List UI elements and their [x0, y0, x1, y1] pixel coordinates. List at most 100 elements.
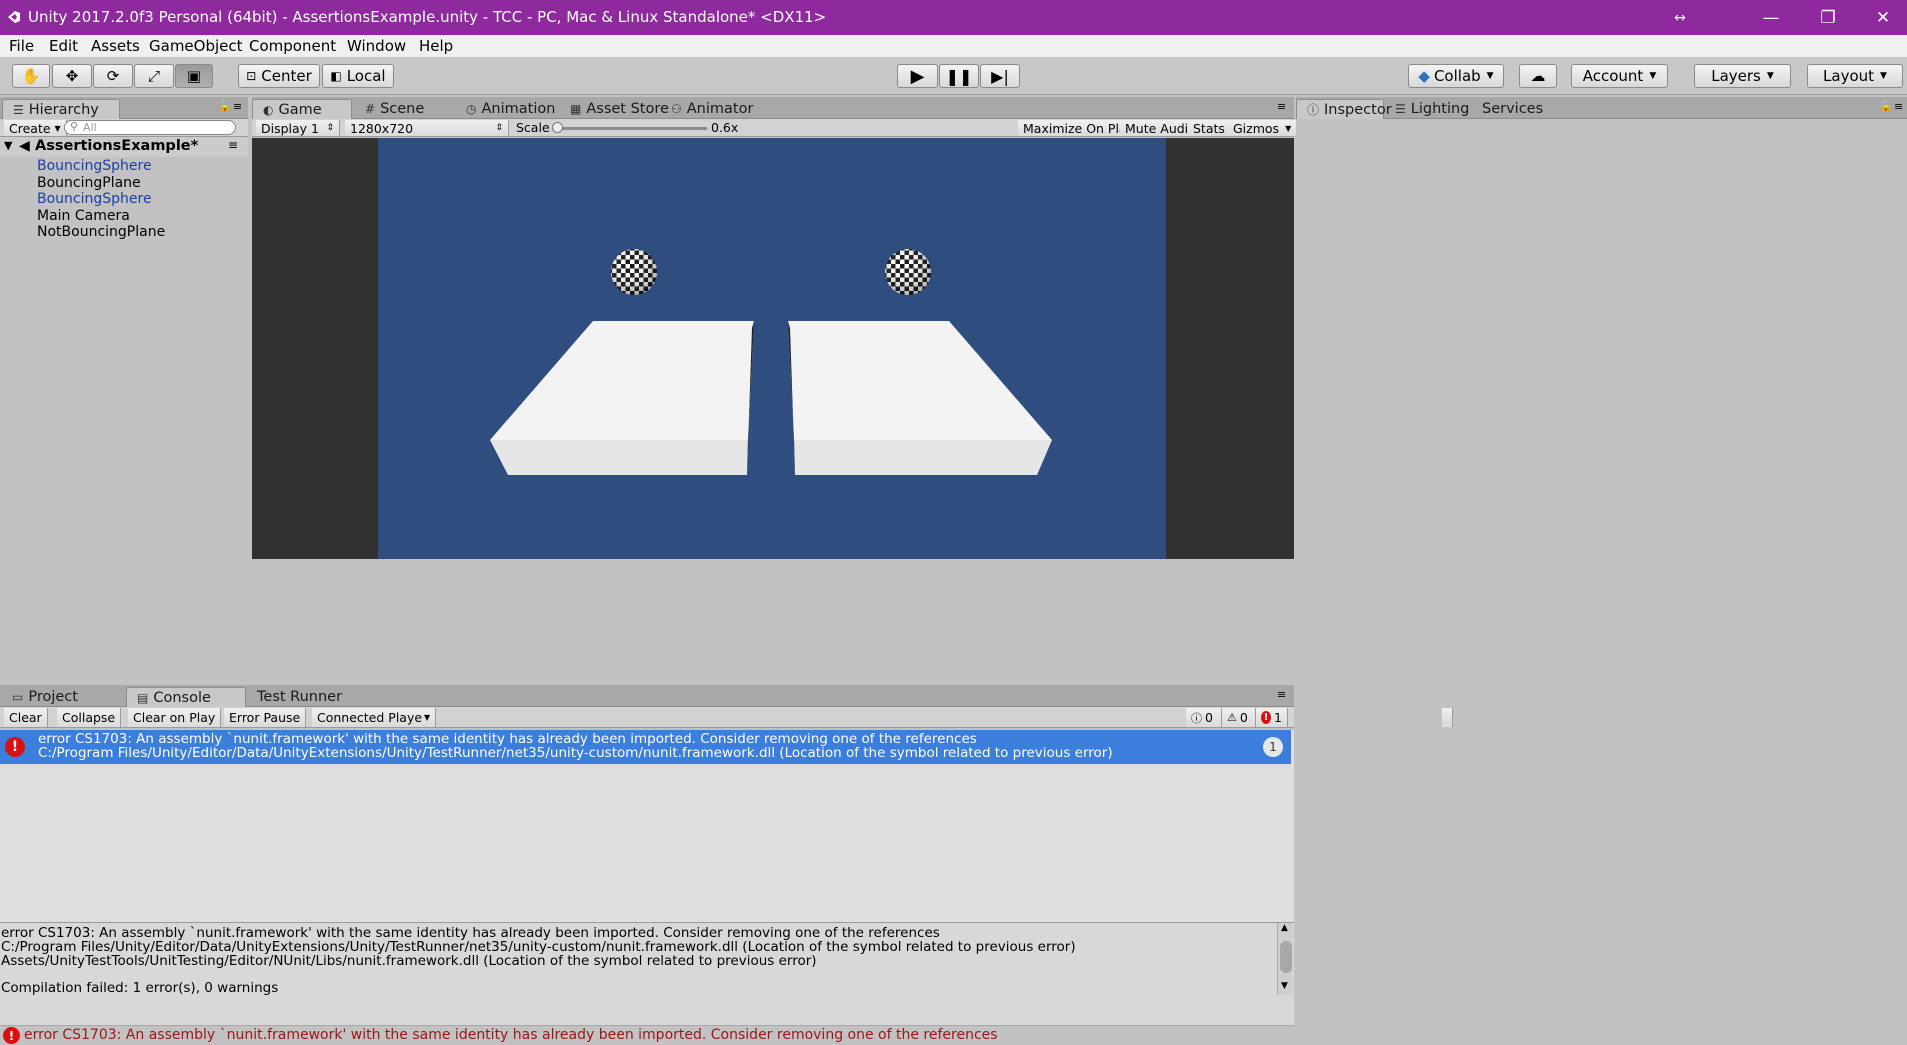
layout-dropdown[interactable]: Layout ▼ — [1807, 64, 1903, 88]
scale-tool-button[interactable]: ⤢ — [134, 64, 174, 88]
game-viewport[interactable] — [252, 138, 1294, 559]
error-pause-toggle[interactable]: Error Pause — [224, 708, 307, 727]
play-button[interactable]: ▶ — [897, 64, 938, 88]
game-panel: ◐ Game # Scene ◷ Animation ▦ Asset Store… — [252, 97, 1298, 559]
clear-button[interactable]: Clear — [4, 708, 48, 727]
console-detail-pane: error CS1703: An assembly `nunit.framewo… — [0, 922, 1294, 1040]
warning-toggle[interactable]: ⚠ 0 — [1222, 708, 1256, 727]
detail-line-3: Assets/UnityTestTools/UnitTesting/Editor… — [1, 953, 817, 969]
menu-file[interactable]: File — [9, 37, 34, 55]
close-button[interactable]: ✕ — [1858, 0, 1907, 35]
rotate-icon: ⟳ — [106, 67, 120, 85]
expand-arrow-icon[interactable]: ▼ — [4, 139, 12, 152]
lock-icon[interactable]: 🔒 — [1879, 100, 1893, 113]
console-log-list: ! error CS1703: An assembly `nunit.frame… — [0, 730, 1294, 922]
detail-scrollbar[interactable]: ▲ ▼ — [1277, 923, 1293, 995]
rect-tool-icon: ▣ — [186, 67, 202, 85]
tab-animation[interactable]: ◷ Animation — [456, 99, 565, 119]
menu-window[interactable]: Window — [347, 37, 406, 55]
hierarchy-item-main-camera[interactable]: Main Camera — [37, 208, 130, 224]
menu-gameobject[interactable]: GameObject — [149, 37, 243, 55]
tab-hierarchy[interactable]: ☰ Hierarchy — [2, 99, 120, 119]
step-button[interactable]: ▶| — [980, 64, 1020, 88]
account-dropdown[interactable]: Account ▼ — [1571, 64, 1668, 88]
restore-button[interactable]: ❐ — [1803, 0, 1853, 35]
tab-animator[interactable]: ⚇ Animator — [661, 99, 763, 119]
scale-slider-thumb[interactable] — [552, 122, 563, 133]
scroll-down-icon[interactable]: ▼ — [1281, 981, 1288, 991]
dropdown-arrow-icon: ▼ — [424, 713, 431, 722]
clock-icon: ◷ — [466, 102, 477, 116]
scene-row[interactable]: ▼ ◀ AssertionsExample* ≡ — [0, 137, 248, 157]
display-dropdown[interactable]: Display 1 ⇕ — [256, 120, 340, 136]
layers-dropdown[interactable]: Layers ▼ — [1694, 64, 1791, 88]
inspector-panel: ⓘ Inspector ☰ Lighting Services 🔒 ≡ — [1296, 97, 1907, 1040]
tab-services[interactable]: Services — [1472, 99, 1553, 119]
panel-menu-icon[interactable]: ≡ — [1277, 688, 1286, 701]
clear-on-play-toggle[interactable]: Clear on Play — [128, 708, 222, 727]
hierarchy-item-bouncingsphere-2[interactable]: BouncingSphere — [37, 191, 152, 207]
create-dropdown[interactable]: Create ▼ — [4, 120, 67, 136]
gizmos-toggle[interactable]: Gizmos ▼ — [1228, 120, 1298, 136]
space-local-button[interactable]: ◧ Local — [322, 64, 394, 88]
move-tool-button[interactable]: ✥ — [52, 64, 92, 88]
tab-game[interactable]: ◐ Game — [252, 99, 352, 119]
menu-assets[interactable]: Assets — [91, 37, 140, 55]
hierarchy-item-notbouncingplane[interactable]: NotBouncingPlane — [37, 224, 165, 240]
tab-scene[interactable]: # Scene — [355, 99, 434, 119]
bottom-tabstrip: ▭ Project ▤ Console Test Runner ≡ — [0, 685, 1294, 707]
scale-label: Scale — [516, 120, 550, 135]
status-bar[interactable]: ! error CS1703: An assembly `nunit.frame… — [0, 1025, 1294, 1045]
warning-count: 0 — [1239, 710, 1248, 725]
dropdown-arrow-icon: ▼ — [1486, 71, 1494, 81]
folder-icon: ▭ — [12, 690, 24, 704]
bouncing-sphere-left — [611, 249, 657, 295]
resize-arrows-icon[interactable]: ↔ — [1655, 0, 1705, 35]
scale-slider[interactable] — [552, 122, 707, 133]
rect-tool-button[interactable]: ▣ — [175, 64, 213, 88]
panel-menu-icon[interactable]: ≡ — [233, 100, 242, 113]
unity-logo-icon — [8, 11, 20, 23]
dropdown-arrow-icon: ▼ — [54, 123, 61, 133]
panel-menu-icon[interactable]: ≡ — [1277, 100, 1286, 113]
menu-help[interactable]: Help — [419, 37, 453, 55]
tab-inspector[interactable]: ⓘ Inspector — [1296, 99, 1392, 119]
pivot-center-button[interactable]: ⊡ Center — [238, 64, 320, 88]
menu-edit[interactable]: Edit — [49, 37, 78, 55]
error-toggle[interactable]: ! 1 — [1256, 708, 1288, 727]
log-entry-line2: C:/Program Files/Unity/Editor/Data/Unity… — [38, 745, 1113, 761]
scrollbar-thumb[interactable] — [1280, 941, 1292, 973]
error-icon: ! — [3, 1027, 20, 1044]
tab-project[interactable]: ▭ Project — [2, 687, 88, 707]
scroll-up-icon[interactable]: ▲ — [1281, 923, 1288, 933]
info-toggle-main[interactable]: ⓘ 0 — [1186, 708, 1222, 727]
hierarchy-item-bouncingsphere[interactable]: BouncingSphere — [37, 158, 152, 174]
tab-console[interactable]: ▤ Console — [126, 687, 246, 707]
collapse-toggle[interactable]: Collapse — [57, 708, 122, 727]
tab-lighting[interactable]: ☰ Lighting — [1385, 99, 1479, 119]
menu-component[interactable]: Component — [249, 37, 336, 55]
minimize-button[interactable]: — — [1746, 0, 1796, 35]
collab-button[interactable]: ◆ Collab ▼ — [1408, 64, 1504, 88]
rotate-tool-button[interactable]: ⟳ — [93, 64, 133, 88]
cloud-button[interactable]: ☁ — [1519, 64, 1557, 88]
panel-menu-icon[interactable]: ≡ — [1894, 100, 1903, 113]
scale-value: 0.6x — [711, 120, 739, 135]
log-entry[interactable]: ! error CS1703: An assembly `nunit.frame… — [0, 730, 1291, 764]
connected-player-dropdown[interactable]: Connected Playe ▼ — [312, 708, 437, 727]
tab-test-runner[interactable]: Test Runner — [247, 687, 352, 707]
error-count: 1 — [1274, 710, 1282, 725]
dropdown-arrow-icon: ▼ — [1880, 71, 1887, 81]
hand-tool-button[interactable]: ✋ — [12, 64, 50, 88]
hierarchy-search-input[interactable]: ⚲ All — [64, 120, 236, 135]
scene-menu-icon[interactable]: ≡ — [228, 138, 238, 152]
resolution-dropdown[interactable]: 1280x720 ⇕ — [345, 120, 509, 136]
hierarchy-item-bouncingplane[interactable]: BouncingPlane — [37, 175, 141, 191]
detail-line-5: Compilation failed: 1 error(s), 0 warnin… — [1, 980, 279, 996]
local-space-icon: ◧ — [330, 69, 342, 83]
pause-button[interactable]: ❚❚ — [939, 64, 979, 88]
stats-toggle[interactable]: Stats — [1188, 120, 1231, 136]
console-toolbar: Clear Collapse Clear on Play Error Pause… — [0, 707, 1453, 728]
lock-icon[interactable]: 🔒 — [218, 100, 232, 113]
lighting-icon: ☰ — [1395, 102, 1406, 116]
